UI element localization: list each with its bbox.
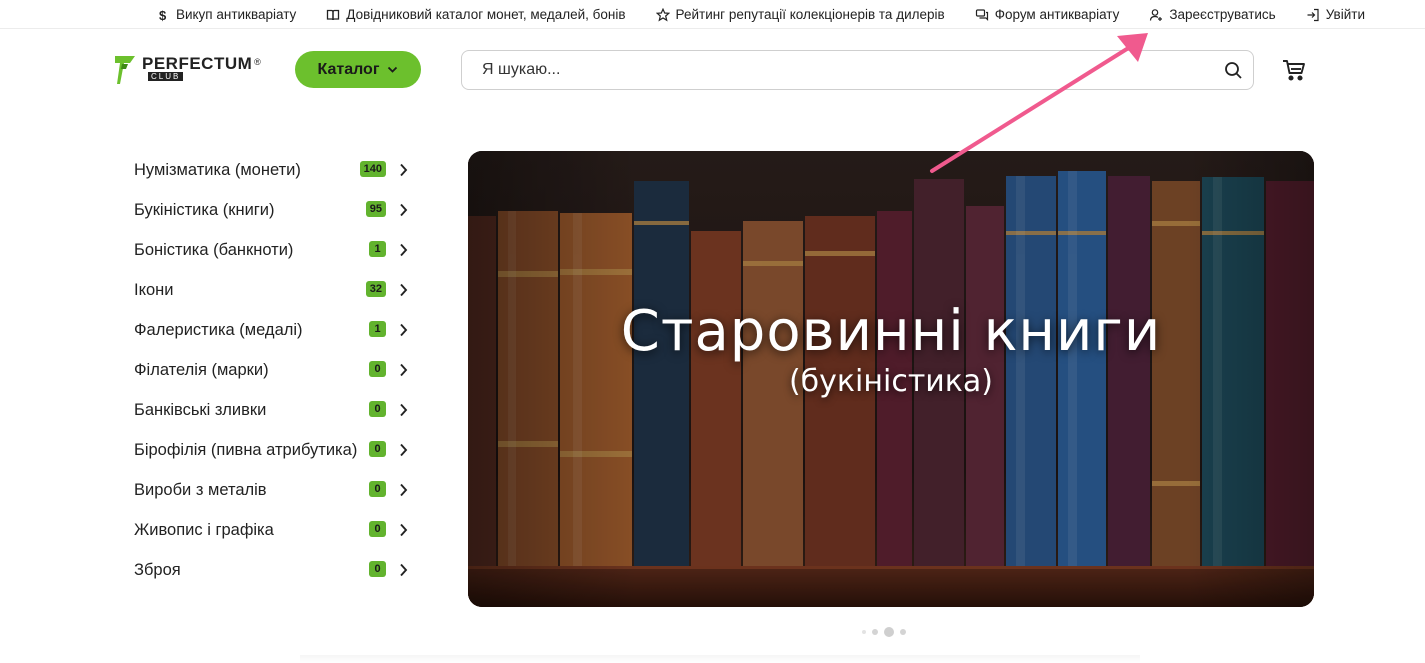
hero-banner[interactable]: Старовинні книги (букіністика) <box>468 151 1314 607</box>
top-nav-label: Викуп антикваріату <box>175 7 297 22</box>
cart-icon[interactable] <box>1282 59 1306 81</box>
category-count-badge: 1 <box>369 321 386 337</box>
logo-mark-icon <box>114 55 136 90</box>
chat-icon <box>975 8 989 22</box>
category-count-badge: 32 <box>365 281 386 297</box>
carousel-dot-active[interactable] <box>884 627 894 637</box>
category-count-badge: 0 <box>369 481 386 497</box>
chevron-down-icon <box>387 61 398 79</box>
dollar-icon: $ <box>156 8 170 22</box>
category-item[interactable]: Філателія (марки) 0 <box>134 350 414 390</box>
chevron-right-icon <box>399 243 408 257</box>
top-nav-forum-link[interactable]: Форум антикваріату <box>975 7 1120 22</box>
chevron-right-icon <box>399 563 408 577</box>
top-nav-label: Рейтинг репутації колекціонерів та дилер… <box>675 7 945 22</box>
category-count-badge: 0 <box>369 441 386 457</box>
top-nav-label: Довідниковий каталог монет, медалей, бон… <box>346 7 626 22</box>
category-name: Живопис і графіка <box>134 520 274 539</box>
banner-subtitle: (букіністика) <box>788 364 994 399</box>
category-name: Зброя <box>134 560 181 579</box>
section-divider <box>300 655 1140 663</box>
category-item[interactable]: Ікони 32 <box>134 270 414 310</box>
search-icon[interactable] <box>1213 61 1253 80</box>
category-count-badge: 1 <box>369 241 386 257</box>
category-item[interactable]: Зброя 0 <box>134 550 414 590</box>
category-item[interactable]: Живопис і графіка 0 <box>134 510 414 550</box>
star-icon <box>655 7 670 22</box>
chevron-right-icon <box>399 483 408 497</box>
chevron-right-icon <box>399 443 408 457</box>
chevron-right-icon <box>399 283 408 297</box>
category-item[interactable]: Вироби з металів 0 <box>134 470 414 510</box>
category-item[interactable]: Букіністика (книги) 95 <box>134 190 414 230</box>
category-count-badge: 0 <box>369 361 386 377</box>
search-input[interactable] <box>462 51 1213 89</box>
category-item[interactable]: Банківські зливки 0 <box>134 390 414 430</box>
top-nav-label: Форум антикваріату <box>994 7 1120 22</box>
top-nav: $ Викуп антикваріату Довідниковий катало… <box>156 0 1365 29</box>
site-logo[interactable]: PERFECTUM ® CLUB <box>114 54 261 90</box>
book-icon <box>326 8 340 22</box>
top-nav-buyout-link[interactable]: $ Викуп антикваріату <box>156 7 296 22</box>
category-count-badge: 95 <box>365 201 386 217</box>
catalog-button[interactable]: Каталог <box>295 51 421 88</box>
category-list: Нумізматика (монети) 140 Букіністика (кн… <box>134 150 414 590</box>
category-count-badge: 0 <box>369 401 386 417</box>
login-icon <box>1306 8 1320 22</box>
category-name: Ікони <box>134 280 174 299</box>
logo-title: PERFECTUM <box>142 54 253 73</box>
category-count-badge: 140 <box>359 161 386 177</box>
category-name: Фалеристика (медалі) <box>134 320 303 339</box>
top-nav-login-link[interactable]: Увійти <box>1306 7 1365 22</box>
category-name: Букіністика (книги) <box>134 200 275 219</box>
category-item[interactable]: Боністика (банкноти) 1 <box>134 230 414 270</box>
chevron-right-icon <box>399 323 408 337</box>
category-item[interactable]: Бірофілія (пивна атрибутика) 0 <box>134 430 414 470</box>
chevron-right-icon <box>399 203 408 217</box>
carousel-dots <box>862 627 906 637</box>
logo-reg-mark: ® <box>254 57 262 67</box>
header: PERFECTUM ® CLUB Каталог <box>0 29 1425 111</box>
category-count-badge: 0 <box>369 561 386 577</box>
category-count-badge: 0 <box>369 521 386 537</box>
top-nav-label: Увійти <box>1325 7 1365 22</box>
top-nav-rating-link[interactable]: Рейтинг репутації колекціонерів та дилер… <box>655 7 945 22</box>
chevron-right-icon <box>399 523 408 537</box>
carousel-dot[interactable] <box>862 630 866 634</box>
carousel-dot[interactable] <box>872 629 878 635</box>
top-nav-catalog-link[interactable]: Довідниковий каталог монет, медалей, бон… <box>326 7 626 22</box>
banner-title: Старовинні книги <box>620 299 1162 364</box>
top-nav-label: Зареєструватись <box>1169 7 1276 22</box>
top-bar: $ Викуп антикваріату Довідниковий катало… <box>0 0 1425 29</box>
category-name: Вироби з металів <box>134 480 267 499</box>
chevron-right-icon <box>399 363 408 377</box>
category-name: Банківські зливки <box>134 400 267 419</box>
category-item[interactable]: Нумізматика (монети) 140 <box>134 150 414 190</box>
category-item[interactable]: Фалеристика (медалі) 1 <box>134 310 414 350</box>
catalog-button-label: Каталог <box>317 60 380 78</box>
category-name: Бірофілія (пивна атрибутика) <box>134 440 358 459</box>
user-add-icon <box>1149 8 1163 22</box>
chevron-right-icon <box>399 163 408 177</box>
svg-text:$: $ <box>159 8 167 22</box>
carousel-dot[interactable] <box>900 629 906 635</box>
chevron-right-icon <box>399 403 408 417</box>
category-name: Боністика (банкноти) <box>134 240 294 259</box>
logo-subtitle: CLUB <box>148 72 184 81</box>
category-name: Нумізматика (монети) <box>134 160 301 179</box>
top-nav-register-link[interactable]: Зареєструватись <box>1149 7 1276 22</box>
search-box <box>461 50 1254 90</box>
logo-text: PERFECTUM ® CLUB <box>142 54 261 81</box>
category-name: Філателія (марки) <box>134 360 269 379</box>
